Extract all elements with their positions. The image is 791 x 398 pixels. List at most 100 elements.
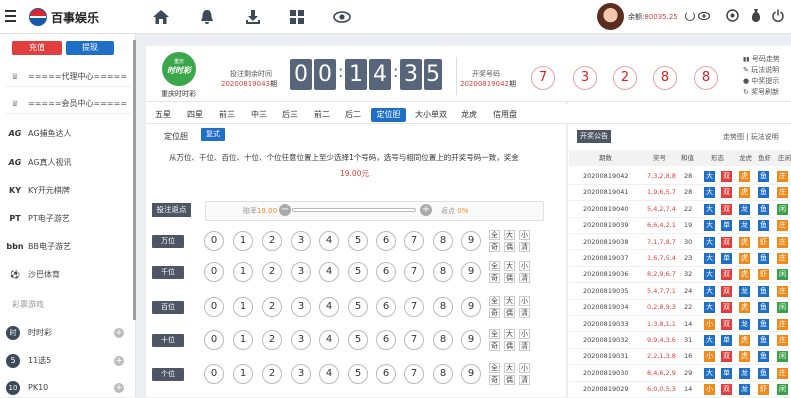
sidebar-item-saba-sports[interactable]: ⚽ 沙巴体育: [6, 265, 60, 285]
plus-icon[interactable]: +: [114, 356, 124, 366]
number-ball[interactable]: 4: [319, 364, 339, 384]
number-ball[interactable]: 0: [204, 297, 224, 317]
quick-select-button[interactable]: 小: [519, 261, 530, 271]
number-ball[interactable]: 2: [262, 262, 282, 282]
number-ball[interactable]: 5: [348, 364, 368, 384]
number-ball[interactable]: 5: [348, 297, 368, 317]
quick-select-button[interactable]: 小: [519, 329, 530, 339]
number-ball[interactable]: 6: [376, 330, 396, 350]
quick-select-button[interactable]: 全: [489, 261, 500, 271]
number-ball[interactable]: 8: [433, 262, 453, 282]
sidebar-item-ag-fishing[interactable]: AG AG捕鱼达人: [6, 124, 72, 144]
number-ball[interactable]: 8: [433, 297, 453, 317]
rebate-button[interactable]: 投注返点: [152, 203, 191, 217]
number-ball[interactable]: 7: [404, 262, 424, 282]
number-ball[interactable]: 5: [348, 262, 368, 282]
plus-icon[interactable]: +: [420, 204, 432, 216]
quick-select-button[interactable]: 偶: [504, 341, 515, 351]
quick-select-button[interactable]: 大: [504, 261, 515, 271]
number-ball[interactable]: 3: [291, 330, 311, 350]
sidebar-item-bb-slots[interactable]: bbn BB电子游艺: [6, 237, 71, 257]
avatar[interactable]: [597, 3, 624, 30]
number-ball[interactable]: 4: [319, 262, 339, 282]
sidebar-item-pt-slots[interactable]: PT PT电子游艺: [6, 209, 69, 229]
sidebar-game-11x5[interactable]: 5 11选5 +: [6, 351, 124, 371]
quick-select-button[interactable]: 奇: [489, 341, 500, 351]
quick-select-button[interactable]: 大: [504, 329, 515, 339]
quick-select-button[interactable]: 清: [519, 375, 530, 385]
minus-icon[interactable]: −: [279, 204, 291, 216]
view-icon[interactable]: [698, 10, 710, 22]
home-icon[interactable]: [152, 8, 170, 26]
tab-wuxing[interactable]: 五星: [152, 108, 174, 122]
quick-select-button[interactable]: 小: [519, 230, 530, 240]
tab-qianer[interactable]: 前二: [311, 108, 333, 122]
number-ball[interactable]: 3: [291, 262, 311, 282]
quick-select-button[interactable]: 大: [504, 230, 515, 240]
plus-icon[interactable]: +: [114, 383, 124, 393]
quick-select-button[interactable]: 奇: [489, 308, 500, 318]
sidebar-agent-center[interactable]: ♕ =====代理中心=====: [6, 67, 131, 87]
tab-daxiao[interactable]: 大小单双: [412, 108, 450, 122]
number-ball[interactable]: 9: [461, 364, 481, 384]
subtab-fushi[interactable]: 复式: [201, 128, 225, 141]
download-icon[interactable]: [244, 8, 262, 26]
number-ball[interactable]: 9: [461, 231, 481, 251]
tab-zhongsan[interactable]: 中三: [248, 108, 270, 122]
number-ball[interactable]: 3: [291, 231, 311, 251]
tab-credit[interactable]: 信用盘: [490, 108, 520, 122]
number-ball[interactable]: 8: [433, 231, 453, 251]
deposit-button[interactable]: 充值: [12, 41, 62, 55]
number-ball[interactable]: 8: [433, 364, 453, 384]
settings-icon[interactable]: [726, 9, 739, 22]
quick-select-button[interactable]: 奇: [489, 273, 500, 283]
rules-link[interactable]: ✎ 玩法说明: [743, 65, 780, 76]
number-ball[interactable]: 7: [404, 364, 424, 384]
quick-select-button[interactable]: 奇: [489, 375, 500, 385]
number-ball[interactable]: 4: [319, 231, 339, 251]
tab-dingweidan[interactable]: 定位胆: [371, 108, 406, 122]
subtab-dingweidan[interactable]: 定位胆: [164, 131, 188, 142]
rebate-slider[interactable]: [292, 208, 416, 212]
number-ball[interactable]: 4: [319, 297, 339, 317]
sidebar-member-center[interactable]: ♕ =====会员中心=====: [6, 94, 131, 114]
eye-icon[interactable]: [333, 8, 351, 26]
bell-icon[interactable]: [198, 8, 216, 26]
tab-housan[interactable]: 后三: [279, 108, 301, 122]
number-ball[interactable]: 5: [348, 330, 368, 350]
quick-select-button[interactable]: 偶: [504, 273, 515, 283]
results-links[interactable]: 走势图 | 玩法说明: [723, 132, 779, 142]
win-tip-link[interactable]: ● 中奖提示: [743, 76, 780, 87]
sidebar-game-pk10[interactable]: 10 PK10 +: [6, 378, 124, 398]
number-ball[interactable]: 9: [461, 262, 481, 282]
number-ball[interactable]: 6: [376, 297, 396, 317]
number-ball[interactable]: 5: [348, 231, 368, 251]
number-ball[interactable]: 1: [233, 330, 253, 350]
refresh-icon[interactable]: [685, 11, 695, 21]
number-ball[interactable]: 7: [404, 297, 424, 317]
grid-icon[interactable]: [288, 8, 306, 26]
quick-select-button[interactable]: 偶: [504, 375, 515, 385]
tab-houer[interactable]: 后二: [342, 108, 364, 122]
quick-select-button[interactable]: 小: [519, 363, 530, 373]
number-ball[interactable]: 0: [204, 364, 224, 384]
quick-select-button[interactable]: 清: [519, 308, 530, 318]
number-ball[interactable]: 1: [233, 364, 253, 384]
number-ball[interactable]: 9: [461, 330, 481, 350]
number-ball[interactable]: 7: [404, 330, 424, 350]
quick-select-button[interactable]: 全: [489, 230, 500, 240]
sidebar-scrollbar[interactable]: [133, 40, 136, 320]
sidebar-item-ag-live[interactable]: AG AG真人视讯: [6, 153, 72, 173]
quick-select-button[interactable]: 偶: [504, 242, 515, 252]
number-ball[interactable]: 6: [376, 262, 396, 282]
quick-select-button[interactable]: 大: [504, 363, 515, 373]
number-ball[interactable]: 6: [376, 364, 396, 384]
quick-select-button[interactable]: 清: [519, 273, 530, 283]
number-ball[interactable]: 4: [319, 330, 339, 350]
refresh-link[interactable]: ↻ 奖号刷新: [743, 87, 780, 98]
number-ball[interactable]: 0: [204, 262, 224, 282]
quick-select-button[interactable]: 全: [489, 363, 500, 373]
number-ball[interactable]: 2: [262, 364, 282, 384]
number-ball[interactable]: 1: [233, 297, 253, 317]
quick-select-button[interactable]: 偶: [504, 308, 515, 318]
